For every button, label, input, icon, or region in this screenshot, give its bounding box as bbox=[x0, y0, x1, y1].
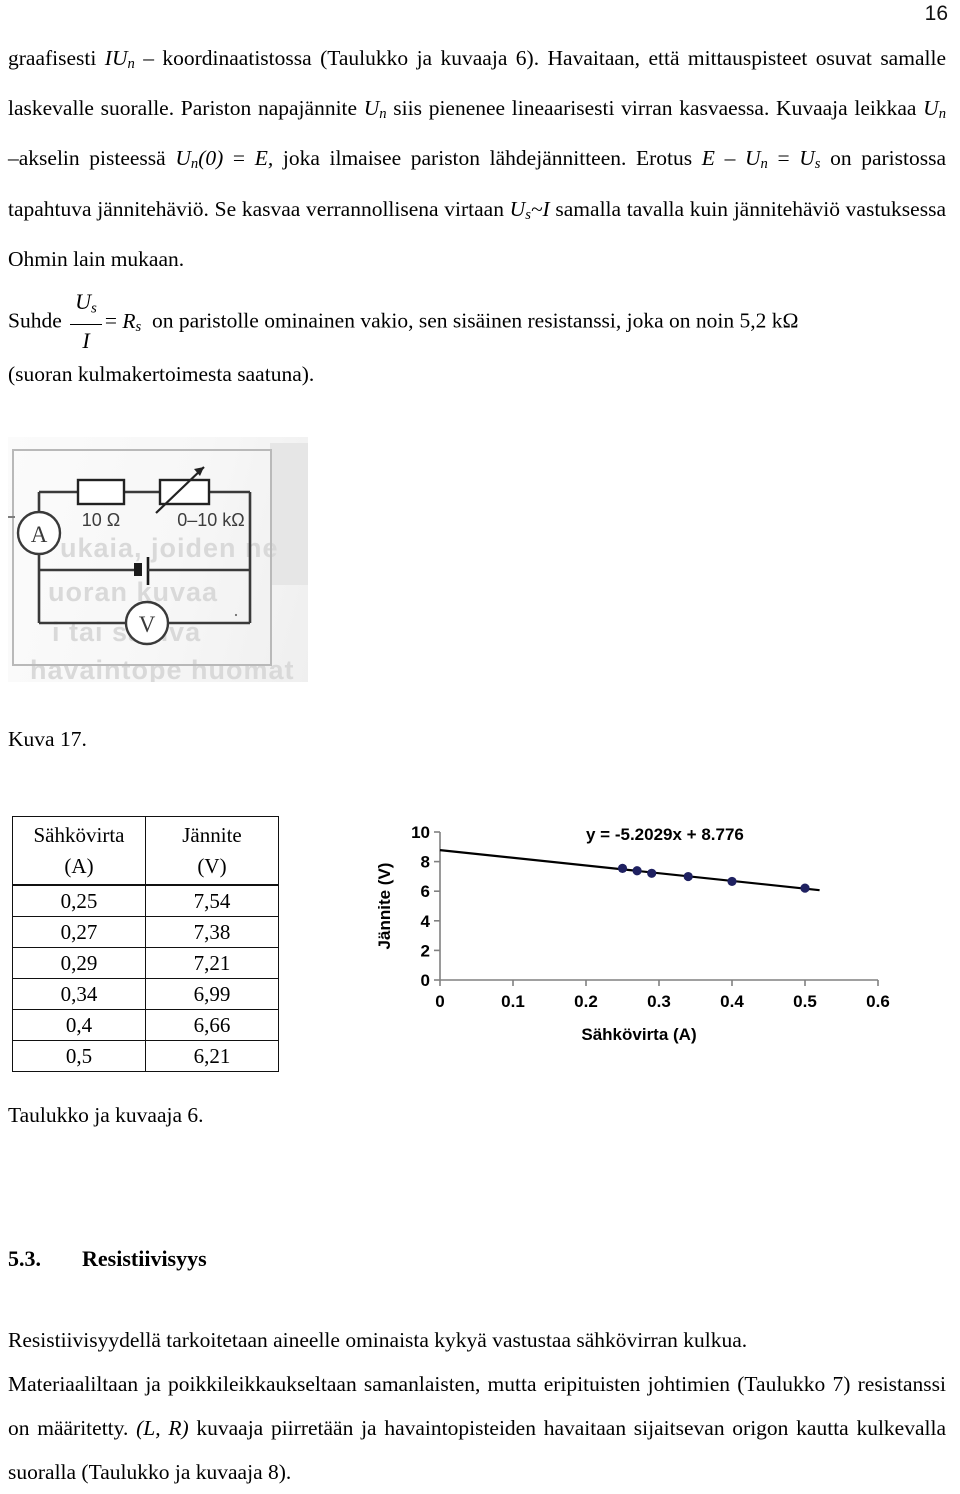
trendline bbox=[439, 849, 820, 892]
p1-seg8: = bbox=[767, 146, 800, 171]
paragraph-slope-note: (suoran kulmakertoimesta saatuna). bbox=[8, 362, 315, 386]
y-tick-label: 10 bbox=[411, 823, 430, 842]
table-body: 0,25 7,54 0,27 7,38 0,29 7,21 0,34 6,99 … bbox=[12, 884, 279, 1072]
table-row: 0,29 7,21 bbox=[12, 947, 279, 979]
x-tick-label: 0 bbox=[435, 992, 444, 1011]
header-current-unit: (A) bbox=[64, 854, 94, 878]
iv-scatter-chart: 0 2 4 6 8 10 0 0.1 0.2 0.3 0.4 0.5 0.6 y = -5.2029x +… bbox=[372, 822, 892, 1052]
formula-lead: Suhde bbox=[8, 308, 62, 333]
header-voltage-name: Jännite bbox=[182, 823, 242, 847]
cell-current: 0,5 bbox=[12, 1040, 146, 1072]
x-axis-title: Sähkövirta (A) bbox=[581, 1025, 696, 1044]
figure-caption: Kuva 17. bbox=[8, 727, 87, 751]
section-number: 5.3. bbox=[8, 1246, 41, 1271]
p1-seg3: siis pienenee lineaarisesti virran kasva… bbox=[386, 96, 924, 121]
p1-math-Un0: Un(0) bbox=[175, 146, 224, 173]
p1-seg6: joka ilmaisee pariston lähdejännitteen. … bbox=[273, 146, 702, 171]
data-point bbox=[727, 876, 737, 887]
p5-math-LR: (L, R) bbox=[136, 1416, 189, 1440]
table-header-current: Sähkövirta (A) bbox=[12, 816, 146, 886]
p1-seg7: – bbox=[714, 146, 745, 171]
paragraph-resistivity-detail: Materiaaliltaan ja poikkileikkaukseltaan… bbox=[8, 1362, 946, 1494]
formula-rhs-Rs: Rs bbox=[122, 308, 142, 335]
data-point bbox=[647, 868, 657, 878]
table-row: 0,5 6,21 bbox=[12, 1040, 279, 1072]
table-chart-caption: Taulukko ja kuvaaja 6. bbox=[8, 1103, 204, 1127]
ammeter-letter: A bbox=[31, 522, 48, 547]
circuit-schematic-svg: A V 10 Ω 0–10 kΩ bbox=[8, 449, 272, 666]
table-row: 0,27 7,38 bbox=[12, 916, 279, 948]
section-title: Resistiivisyys bbox=[82, 1246, 207, 1271]
x-tick-label: 0.1 bbox=[501, 992, 525, 1011]
table-header-voltage: Jännite (V) bbox=[145, 816, 279, 886]
section-heading: 5.3. Resistiivisyys bbox=[8, 1246, 207, 1272]
paragraph-intro: graafisesti IUn – koordinaatistossa (Tau… bbox=[8, 36, 946, 281]
cell-voltage: 6,66 bbox=[145, 1009, 279, 1041]
chart-svg: 0 2 4 6 8 10 0 0.1 0.2 0.3 0.4 0.5 0.6 y = -5.2029x +… bbox=[375, 823, 890, 1044]
cell-current: 0,34 bbox=[12, 978, 146, 1010]
cell-voltage: 7,54 bbox=[145, 884, 279, 917]
data-point bbox=[683, 871, 693, 882]
fraction-us-over-i: Us I bbox=[70, 287, 102, 356]
rheostat-value-label: 0–10 kΩ bbox=[177, 510, 245, 530]
table-row: 0,34 6,99 bbox=[12, 978, 279, 1010]
cell-current: 0,4 bbox=[12, 1009, 146, 1041]
paragraph-resistivity-def: Resistiivisyydellä tarkoitetaan aineelle… bbox=[8, 1328, 748, 1352]
data-point bbox=[617, 863, 628, 874]
p1-seg4: –akselin pisteessä bbox=[8, 146, 176, 171]
p1-math-UsI: Us~I bbox=[509, 196, 550, 223]
header-current-name: Sähkövirta bbox=[33, 823, 125, 847]
cell-current: 0,27 bbox=[12, 916, 146, 948]
y-tick-label: 0 bbox=[421, 971, 430, 990]
p1-math-IUn: IUn bbox=[104, 46, 135, 73]
p1-math-Un-c: Un bbox=[744, 146, 768, 173]
p1-math-E2: E bbox=[701, 146, 715, 171]
cell-voltage: 7,38 bbox=[145, 916, 279, 948]
cell-current: 0,29 bbox=[12, 947, 146, 979]
x-tick-label: 0.5 bbox=[793, 992, 817, 1011]
p1-seg1: graafisesti bbox=[8, 46, 105, 70]
p1-seg5: = bbox=[223, 146, 255, 171]
trendline-equation: y = -5.2029x + 8.776 bbox=[586, 825, 744, 844]
voltmeter-letter: V bbox=[139, 612, 156, 637]
p1-math-Us-a: Us bbox=[799, 146, 821, 173]
x-tick-label: 0.2 bbox=[574, 992, 598, 1011]
cell-voltage: 6,21 bbox=[145, 1040, 279, 1072]
measurement-table: Sähkövirta (A) Jännite (V) 0,25 7,54 0,2… bbox=[12, 816, 279, 1072]
cell-voltage: 6,99 bbox=[145, 978, 279, 1010]
data-point bbox=[632, 866, 642, 876]
p1-math-Un-a: Un bbox=[363, 96, 387, 123]
fraction-numerator: Us bbox=[70, 287, 102, 326]
cell-voltage: 7,21 bbox=[145, 947, 279, 979]
header-voltage-unit: (V) bbox=[197, 854, 227, 878]
cell-current: 0,25 bbox=[12, 884, 146, 917]
page-number: 16 bbox=[924, 2, 948, 25]
formula-equals: = bbox=[104, 308, 117, 333]
table-row: 0,4 6,66 bbox=[12, 1009, 279, 1041]
p1-math-E: E, bbox=[254, 146, 274, 171]
y-axis-title: Jännite (V) bbox=[375, 863, 394, 950]
x-tick-label: 0.3 bbox=[647, 992, 671, 1011]
formula-tail: on paristolle ominainen vakio, sen sisäi… bbox=[151, 308, 799, 333]
table-header-row: Sähkövirta (A) Jännite (V) bbox=[12, 816, 279, 886]
data-point bbox=[800, 883, 810, 893]
paragraph-formula: Suhde Us I = Rs on paristolle ominainen … bbox=[8, 288, 946, 357]
y-tick-label: 8 bbox=[421, 853, 430, 872]
circuit-diagram-image: ukaia, joiden ne uoran kuvaa i tai samva… bbox=[8, 437, 308, 682]
table-row: 0,25 7,54 bbox=[12, 884, 279, 917]
y-tick-label: 4 bbox=[421, 912, 431, 931]
x-tick-label: 0.4 bbox=[720, 992, 744, 1011]
y-tick-label: 6 bbox=[421, 882, 430, 901]
x-tick-label: 0.6 bbox=[866, 992, 890, 1011]
y-tick-label: 2 bbox=[421, 941, 430, 960]
p1-math-Un-b: Un bbox=[923, 96, 946, 123]
resistor-value-label: 10 Ω bbox=[82, 510, 120, 530]
